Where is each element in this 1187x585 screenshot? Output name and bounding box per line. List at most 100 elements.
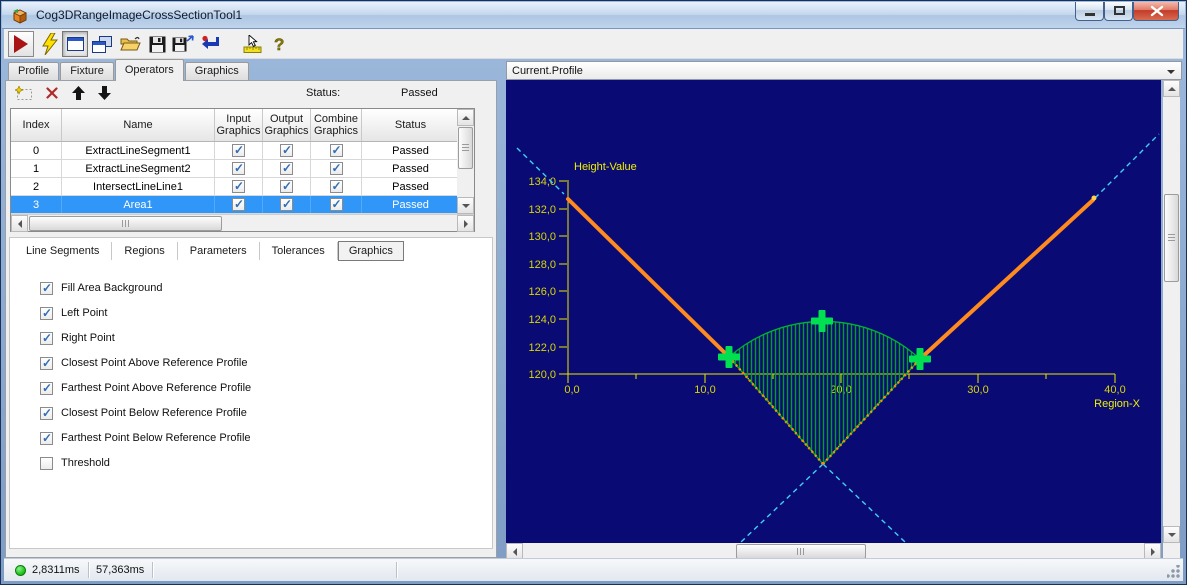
open-file-button[interactable] bbox=[117, 31, 143, 57]
tab-graphics[interactable]: Graphics bbox=[185, 62, 249, 81]
record-selector-dropdown[interactable]: Current.Profile bbox=[506, 61, 1182, 80]
scroll-down-arrow[interactable] bbox=[457, 197, 474, 214]
option-label[interactable]: Threshold bbox=[61, 457, 110, 469]
measure-pointer-button[interactable] bbox=[240, 31, 266, 57]
table-row[interactable]: 1 ExtractLineSegment2 Passed bbox=[11, 160, 474, 178]
scroll-left-arrow[interactable] bbox=[11, 215, 28, 232]
option-label[interactable]: Fill Area Background bbox=[61, 282, 163, 294]
run-button[interactable] bbox=[8, 31, 34, 57]
operator-subtab-strip: Line Segments Regions Parameters Toleran… bbox=[14, 240, 404, 261]
header-input-graphics[interactable]: Input Graphics bbox=[215, 109, 263, 141]
subtab-graphics[interactable]: Graphics bbox=[338, 241, 404, 261]
live-run-button[interactable] bbox=[37, 31, 63, 57]
option-label[interactable]: Closest Point Below Reference Profile bbox=[61, 407, 247, 419]
input-graphics-checkbox[interactable] bbox=[232, 198, 245, 211]
right-point-checkbox[interactable] bbox=[40, 332, 53, 345]
scroll-up-arrow[interactable] bbox=[1163, 80, 1180, 97]
output-graphics-checkbox[interactable] bbox=[280, 162, 293, 175]
help-button[interactable]: ? bbox=[267, 31, 293, 57]
profile-chart: Height-Value 134,0 132,0 130,0 128,0 126… bbox=[506, 80, 1161, 543]
option-threshold: Threshold bbox=[40, 455, 110, 471]
table-row[interactable]: 3 Area1 Passed bbox=[11, 196, 474, 214]
display-vscroll-thumb[interactable] bbox=[1164, 194, 1179, 282]
delete-operator-button[interactable] bbox=[42, 84, 62, 102]
scroll-down-arrow[interactable] bbox=[1163, 526, 1180, 543]
reset-button[interactable] bbox=[197, 31, 223, 57]
closest-point-below-checkbox[interactable] bbox=[40, 407, 53, 420]
subtab-parameters[interactable]: Parameters bbox=[178, 242, 260, 260]
x-axis-title: Region-X bbox=[1094, 398, 1141, 410]
option-label[interactable]: Closest Point Above Reference Profile bbox=[61, 357, 248, 369]
cell-index: 2 bbox=[11, 178, 62, 195]
minimize-button[interactable] bbox=[1075, 2, 1104, 21]
main-tab-strip: Profile Fixture Operators Graphics bbox=[8, 61, 250, 81]
combine-graphics-checkbox[interactable] bbox=[330, 162, 343, 175]
option-label[interactable]: Farthest Point Above Reference Profile bbox=[61, 382, 251, 394]
closest-point-above-checkbox[interactable] bbox=[40, 357, 53, 370]
display-hscroll-thumb[interactable] bbox=[736, 544, 866, 559]
subtab-line-segments[interactable]: Line Segments bbox=[14, 242, 112, 260]
table-header-row: Index Name Input Graphics Output Graphic… bbox=[11, 109, 474, 142]
combine-graphics-checkbox[interactable] bbox=[330, 180, 343, 193]
header-output-graphics[interactable]: Output Graphics bbox=[263, 109, 311, 141]
display-vertical-scrollbar[interactable] bbox=[1163, 80, 1180, 543]
input-graphics-checkbox[interactable] bbox=[232, 144, 245, 157]
table-vertical-scrollbar[interactable] bbox=[457, 109, 474, 214]
move-up-button[interactable] bbox=[68, 84, 88, 102]
header-name[interactable]: Name bbox=[62, 109, 215, 141]
subtab-regions[interactable]: Regions bbox=[112, 242, 177, 260]
tab-fixture[interactable]: Fixture bbox=[60, 62, 114, 81]
combine-graphics-checkbox[interactable] bbox=[330, 144, 343, 157]
maximize-button[interactable] bbox=[1104, 2, 1133, 21]
x-tick-label: 10,0 bbox=[694, 384, 715, 396]
close-button[interactable] bbox=[1133, 2, 1179, 21]
option-label[interactable]: Farthest Point Below Reference Profile bbox=[61, 432, 251, 444]
threshold-checkbox[interactable] bbox=[40, 457, 53, 470]
table-hscroll-thumb[interactable] bbox=[29, 216, 222, 231]
show-result-display-button[interactable] bbox=[62, 31, 88, 57]
cell-status: Passed bbox=[362, 160, 459, 177]
tab-operators[interactable]: Operators bbox=[115, 59, 184, 81]
header-index[interactable]: Index bbox=[11, 109, 62, 141]
fill-area-background-checkbox[interactable] bbox=[40, 282, 53, 295]
scroll-up-arrow[interactable] bbox=[457, 109, 474, 126]
subtab-tolerances[interactable]: Tolerances bbox=[260, 242, 338, 260]
table-row[interactable]: 2 IntersectLineLine1 Passed bbox=[11, 178, 474, 196]
main-toolbar: ? bbox=[4, 29, 1183, 59]
output-graphics-checkbox[interactable] bbox=[280, 180, 293, 193]
move-down-button[interactable] bbox=[94, 84, 114, 102]
header-combine-graphics[interactable]: Combine Graphics bbox=[311, 109, 362, 141]
output-graphics-checkbox[interactable] bbox=[280, 198, 293, 211]
save-button[interactable] bbox=[144, 31, 170, 57]
combine-graphics-checkbox[interactable] bbox=[330, 198, 343, 211]
input-graphics-checkbox[interactable] bbox=[232, 180, 245, 193]
profile-display[interactable]: Height-Value 134,0 132,0 130,0 128,0 126… bbox=[506, 80, 1161, 543]
farthest-point-above-checkbox[interactable] bbox=[40, 382, 53, 395]
cell-status: Passed bbox=[362, 196, 459, 213]
y-tick-label: 128,0 bbox=[528, 259, 556, 271]
title-bar[interactable]: Cog3DRangeImageCrossSectionTool1 bbox=[2, 2, 1185, 29]
table-horizontal-scrollbar[interactable] bbox=[11, 214, 474, 231]
float-result-display-button[interactable] bbox=[89, 31, 115, 57]
option-label[interactable]: Left Point bbox=[61, 307, 107, 319]
table-vscroll-thumb[interactable] bbox=[458, 127, 473, 169]
operators-table: Index Name Input Graphics Output Graphic… bbox=[10, 108, 475, 232]
farthest-point-below-checkbox[interactable] bbox=[40, 432, 53, 445]
table-row[interactable]: 0 ExtractLineSegment1 Passed bbox=[11, 142, 474, 160]
new-operator-button[interactable] bbox=[14, 84, 34, 102]
input-graphics-checkbox[interactable] bbox=[232, 162, 245, 175]
resize-grip[interactable] bbox=[1167, 565, 1181, 579]
close-icon bbox=[1134, 2, 1180, 21]
operators-tab-page: Status: Passed Index Name Input Graphics… bbox=[5, 80, 497, 558]
header-status[interactable]: Status bbox=[362, 109, 459, 141]
cell-name: Area1 bbox=[62, 196, 215, 213]
save-as-button[interactable] bbox=[170, 31, 196, 57]
cell-status: Passed bbox=[362, 178, 459, 195]
statusbar-divider bbox=[396, 562, 398, 578]
output-graphics-checkbox[interactable] bbox=[280, 144, 293, 157]
option-label[interactable]: Right Point bbox=[61, 332, 115, 344]
left-point-checkbox[interactable] bbox=[40, 307, 53, 320]
tab-profile[interactable]: Profile bbox=[8, 62, 59, 81]
scroll-right-arrow[interactable] bbox=[457, 215, 474, 232]
y-tick-label: 124,0 bbox=[528, 314, 556, 326]
